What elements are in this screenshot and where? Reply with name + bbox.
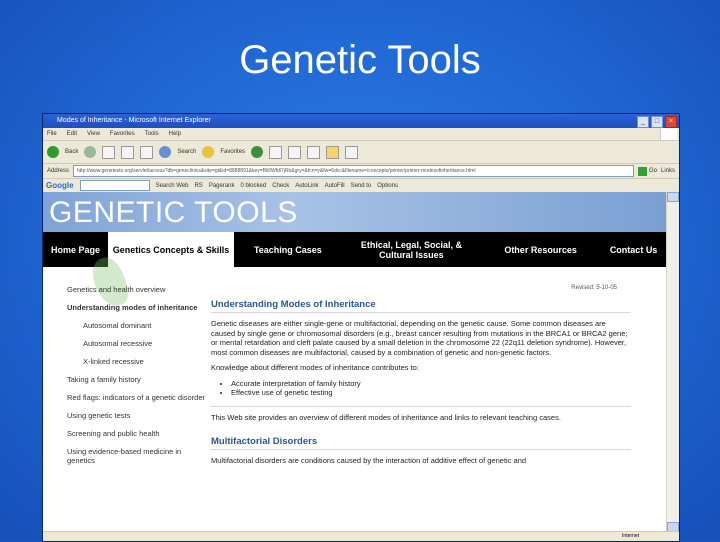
google-item-search-web[interactable]: Search Web bbox=[156, 183, 189, 189]
sidebar-item-autosomal-dominant[interactable]: Autosomal dominant bbox=[83, 321, 209, 330]
google-item-autolink[interactable]: AutoLink bbox=[295, 183, 318, 189]
main-article: Revised: 5-10-05 Understanding Modes of … bbox=[211, 285, 631, 472]
google-item-pagerank[interactable]: Pagerank bbox=[209, 183, 235, 189]
nav-contact-us[interactable]: Contact Us bbox=[600, 232, 667, 267]
google-search-input[interactable] bbox=[79, 180, 150, 191]
google-item-send-to[interactable]: Send to bbox=[351, 183, 372, 189]
nav-teaching-cases[interactable]: Teaching Cases bbox=[234, 232, 342, 267]
list-item: Accurate interpretation of family histor… bbox=[231, 379, 631, 389]
favorites-star-icon[interactable] bbox=[202, 146, 215, 158]
mail-icon[interactable] bbox=[269, 145, 283, 159]
messenger-icon[interactable] bbox=[345, 145, 359, 159]
menu-view[interactable]: View bbox=[87, 128, 100, 140]
search-button-label[interactable]: Search bbox=[177, 149, 196, 155]
minimize-button[interactable]: _ bbox=[637, 116, 649, 128]
menu-bar: File Edit View Favorites Tools Help bbox=[43, 128, 679, 141]
article-paragraph-2: Knowledge about different modes of inher… bbox=[211, 363, 419, 372]
google-logo[interactable]: Google bbox=[46, 181, 74, 190]
sidebar-item-genetic-tests[interactable]: Using genetic tests bbox=[67, 411, 209, 420]
divider bbox=[211, 405, 631, 407]
window-title: Modes of Inheritance - Microsoft Interne… bbox=[57, 117, 211, 124]
forward-arrow-icon[interactable] bbox=[84, 146, 97, 158]
google-toolbar: Google Search Web RS Pagerank 0 blocked … bbox=[43, 179, 679, 193]
standard-toolbar: Back Search Favorites bbox=[43, 141, 679, 164]
menu-file[interactable]: File bbox=[47, 128, 57, 140]
go-label: Go bbox=[648, 168, 657, 174]
google-item-options[interactable]: Options bbox=[377, 183, 398, 189]
nav-genetics-concepts[interactable]: Genetics Concepts & Skills bbox=[108, 232, 234, 267]
scroll-up-icon[interactable] bbox=[667, 192, 679, 202]
google-item-rs[interactable]: RS bbox=[194, 183, 202, 189]
article-paragraph-4: Multifactorial disorders are conditions … bbox=[211, 456, 527, 465]
nav-other-resources[interactable]: Other Resources bbox=[481, 232, 600, 267]
back-arrow-icon[interactable] bbox=[47, 146, 59, 158]
article-area: Genetics and health overview Understandi… bbox=[43, 253, 667, 541]
article-paragraph-1: Genetic diseases are either single-gene … bbox=[211, 319, 628, 357]
print-icon[interactable] bbox=[288, 145, 302, 159]
sidebar-item-x-linked-recessive[interactable]: X-linked recessive bbox=[83, 357, 209, 366]
site-nav: Home Page Genetics Concepts & Skills Tea… bbox=[43, 232, 667, 267]
article-heading: Understanding Modes of Inheritance bbox=[211, 299, 631, 313]
site-banner: GENETIC TOOLS bbox=[43, 192, 667, 232]
window-titlebar: Modes of Inheritance - Microsoft Interne… bbox=[43, 114, 679, 128]
bullet-list: Accurate interpretation of family histor… bbox=[211, 379, 631, 398]
nav-ethical-legal[interactable]: Ethical, Legal, Social, & Cultural Issue… bbox=[342, 232, 481, 267]
back-button-label[interactable]: Back bbox=[65, 149, 78, 155]
refresh-icon[interactable] bbox=[121, 145, 135, 159]
sidebar-item-red-flags[interactable]: Red flags: indicators of a genetic disor… bbox=[67, 393, 209, 402]
favorites-button-label[interactable]: Favorites bbox=[220, 149, 245, 155]
article-paragraph-3: This Web site provides an overview of di… bbox=[211, 412, 561, 422]
site-title: GENETIC TOOLS bbox=[49, 196, 298, 229]
edit-icon[interactable] bbox=[307, 145, 321, 159]
windows-logo-icon bbox=[660, 128, 677, 140]
google-item-blocked[interactable]: 0 blocked bbox=[241, 183, 267, 189]
address-bar: Address http://www.genetests.org/servlet… bbox=[43, 164, 679, 179]
list-item: Effective use of genetic testing bbox=[231, 388, 631, 398]
search-icon[interactable] bbox=[159, 146, 172, 158]
google-item-check[interactable]: Check bbox=[272, 183, 289, 189]
home-icon[interactable] bbox=[140, 145, 154, 159]
menu-help[interactable]: Help bbox=[169, 128, 181, 140]
browser-window: Modes of Inheritance - Microsoft Interne… bbox=[42, 113, 680, 542]
article-subheading: Multifactorial Disorders bbox=[211, 436, 631, 450]
address-label: Address bbox=[47, 168, 70, 174]
sidebar-item-modes-of-inheritance[interactable]: Understanding modes of inheritance bbox=[67, 303, 209, 312]
page-content: GENETIC TOOLS Home Page Genetics Concept… bbox=[43, 192, 667, 541]
sidebar-item-family-history[interactable]: Taking a family history bbox=[67, 375, 209, 384]
history-icon[interactable] bbox=[251, 146, 264, 158]
menu-favorites[interactable]: Favorites bbox=[110, 128, 135, 140]
folder-icon[interactable] bbox=[326, 145, 340, 159]
go-button[interactable]: Go bbox=[637, 166, 657, 176]
slide-title: Genetic Tools bbox=[239, 38, 481, 82]
stop-icon[interactable] bbox=[102, 145, 116, 159]
vertical-scrollbar[interactable] bbox=[666, 192, 679, 532]
sidebar-item-screening[interactable]: Screening and public health bbox=[67, 429, 209, 438]
sidebar: Genetics and health overview Understandi… bbox=[67, 285, 209, 474]
menu-tools[interactable]: Tools bbox=[145, 128, 159, 140]
menu-edit[interactable]: Edit bbox=[67, 128, 77, 140]
sidebar-item-evidence-based[interactable]: Using evidence-based medicine in genetic… bbox=[67, 447, 209, 465]
sidebar-item-autosomal-recessive[interactable]: Autosomal recessive bbox=[83, 339, 209, 348]
revised-date: Revised: 5-10-05 bbox=[571, 285, 617, 291]
address-input[interactable]: http://www.genetests.org/servlet/access?… bbox=[73, 165, 634, 177]
links-button[interactable]: Links bbox=[661, 168, 679, 174]
go-arrow-icon bbox=[637, 166, 647, 176]
maximize-button[interactable]: □ bbox=[651, 116, 663, 128]
google-item-autofill[interactable]: AutoFill bbox=[325, 183, 345, 189]
close-button[interactable]: × bbox=[665, 116, 677, 128]
sidebar-item-genetics-overview[interactable]: Genetics and health overview bbox=[67, 285, 209, 294]
